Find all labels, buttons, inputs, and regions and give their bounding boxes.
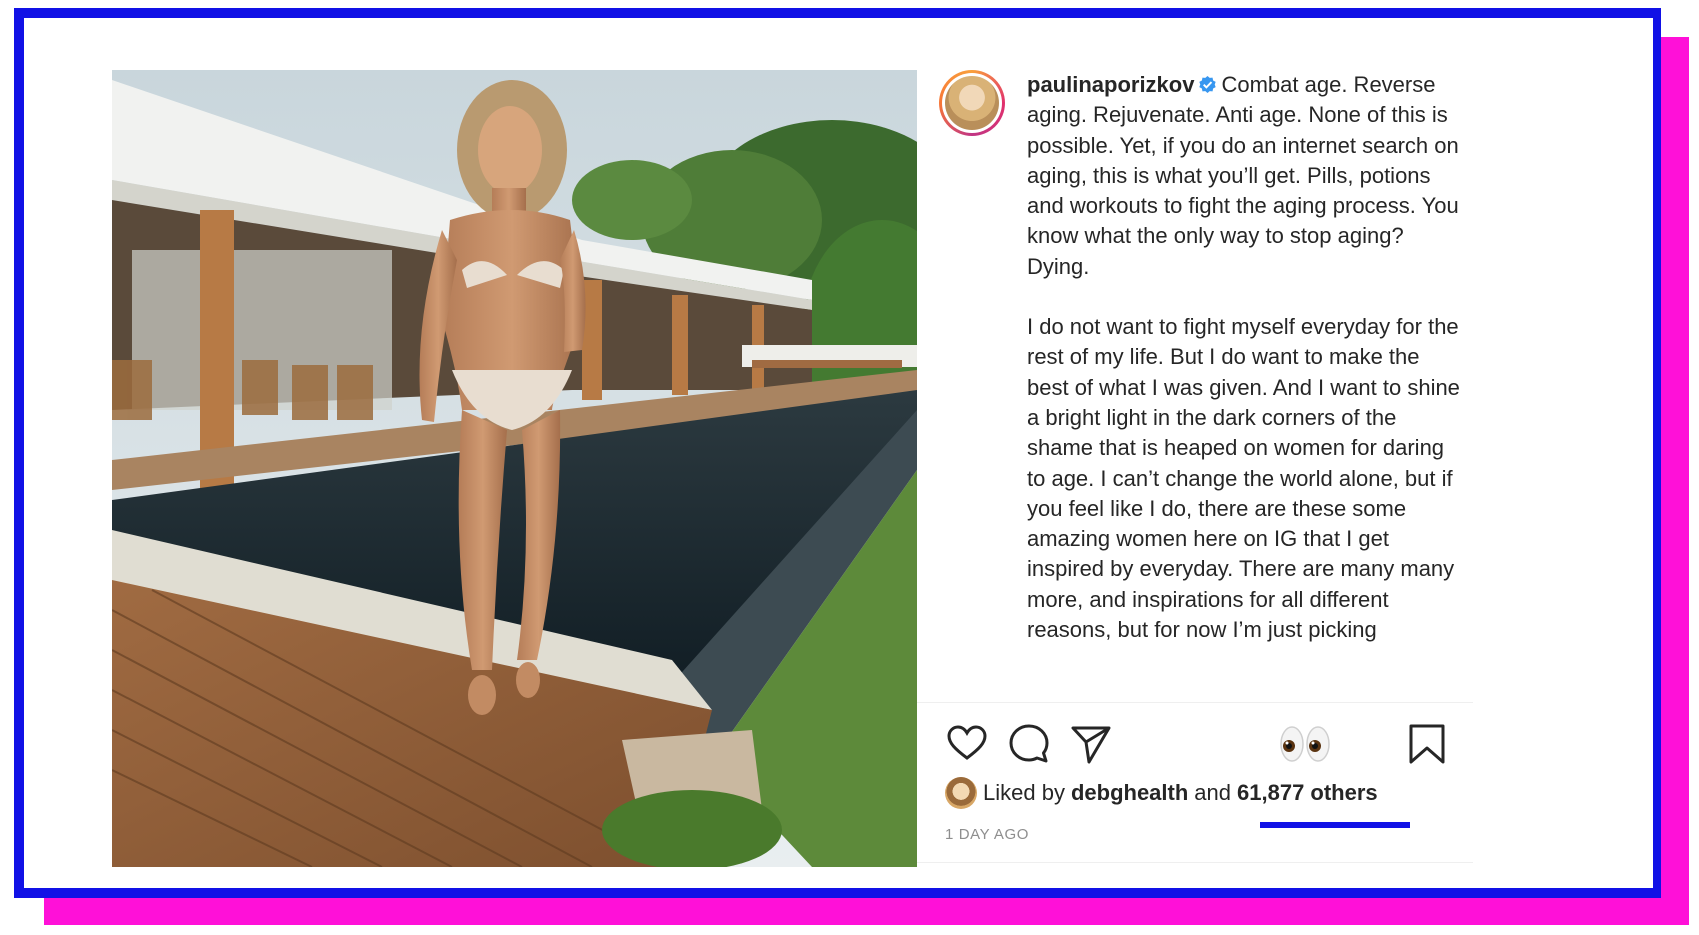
share-button[interactable] (1069, 722, 1113, 766)
comment-button[interactable] (1007, 722, 1051, 766)
liked-by-label: Liked by (983, 780, 1065, 805)
action-bar (945, 722, 1445, 766)
eyes-reaction (1277, 722, 1333, 766)
liker-avatar[interactable] (945, 777, 977, 809)
heart-icon (947, 725, 987, 760)
profile-avatar[interactable] (939, 70, 1005, 136)
caption-paragraph-2: I do not want to fight myself everyday f… (1027, 314, 1467, 643)
likes-highlight-underline (1260, 822, 1410, 828)
post-timestamp[interactable]: 1 DAY AGO (945, 826, 1029, 843)
comment-icon (1009, 724, 1049, 763)
username-link[interactable]: paulinaporizkov (1027, 72, 1194, 97)
divider (917, 702, 1473, 703)
divider (917, 862, 1473, 863)
post-details-panel: paulinaporizkov Combat age. Reverse aging… (917, 70, 1473, 867)
avatar-image (945, 76, 999, 130)
post-caption: paulinaporizkov Combat age. Reverse aging… (1027, 70, 1467, 695)
like-button[interactable] (945, 722, 989, 766)
likes-count-link[interactable]: 61,877 others (1237, 780, 1378, 806)
liker-username-link[interactable]: debghealth (1071, 780, 1188, 806)
save-button[interactable] (1405, 722, 1449, 766)
liked-and-label: and (1194, 780, 1232, 805)
send-icon (1071, 726, 1111, 764)
verified-badge-icon (1199, 75, 1217, 94)
caption-paragraph-1: Combat age. Reverse aging. Rejuvenate. A… (1027, 72, 1465, 279)
bookmark-icon (1409, 724, 1445, 764)
eyes-emoji-icon (1280, 726, 1330, 762)
post-photo (112, 70, 917, 867)
likes-summary: Liked by debghealth and 61,877 others (945, 776, 1465, 810)
